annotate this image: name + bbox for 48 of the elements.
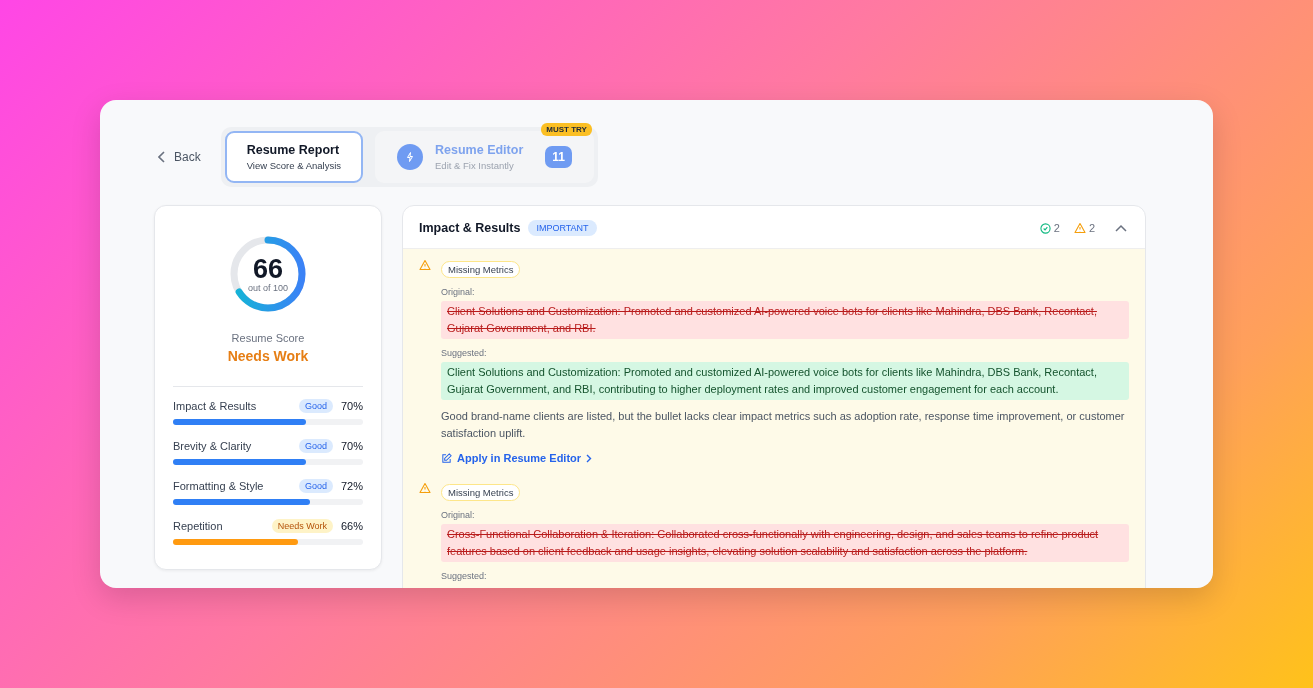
category-name: Formatting & Style <box>173 480 265 492</box>
warning-count: 2 <box>1088 222 1095 234</box>
score-value: 66 <box>252 255 283 283</box>
score-label: Resume Score <box>230 332 306 344</box>
tab-title: Resume Editor <box>435 143 524 157</box>
category-name: Brevity & Clarity <box>173 440 253 452</box>
suggested-label: Suggested: <box>441 571 488 581</box>
check-circle-icon <box>1039 222 1051 234</box>
status-badge: Good <box>298 479 333 493</box>
chevron-icon <box>1115 224 1127 232</box>
chevron-left-icon <box>158 151 166 163</box>
warning-icon <box>419 259 431 271</box>
collapse-button[interactable] <box>1113 222 1129 234</box>
status-badge: Good <box>298 399 333 413</box>
tab-subtitle: Edit & Fix Instantly <box>435 160 515 171</box>
section-title: Impact & Results <box>419 221 521 235</box>
tab-subtitle: View Score & Analysis <box>246 160 342 171</box>
original-text: Cross-Functional Collaboration & Iteration: Collaborated cross-functionally with engineering, design, and sales teams to refine product features based on client feedback and usage insights, elevating solution scalability and satisfaction across the platform. <box>441 524 1129 562</box>
warning-icon <box>1073 222 1086 234</box>
category-percent: 72% <box>339 480 363 492</box>
category-percent: 70% <box>339 400 363 412</box>
explanation-text: Good brand-name clients are listed, but the bullet lacks clear impact metrics such as adoption rate, response time improvement, or customer satisfaction uplift. <box>441 409 1126 441</box>
category-name: Impact & Results <box>173 400 258 412</box>
suggested-text: Client Solutions and Customization: Promoted and customized AI-powered voice bots for clients like Mahindra, DBS Bank, Recontact, Gujarat Government, and RBI, contributing to higher deployment rates and improved customer engagement for each account. <box>441 362 1129 400</box>
status-badge: Good <box>298 439 333 453</box>
category-name: Repetition <box>173 520 224 532</box>
count-badge: 11 <box>545 146 572 168</box>
must-try-badge: MUST TRY <box>541 123 592 136</box>
original-text: Client Solutions and Customization: Promoted and customized AI-powered voice bots for clients like Mahindra, DBS Bank, Recontact, Gujarat Government, and RBI. <box>441 301 1129 339</box>
chevron-right-icon <box>586 453 593 463</box>
tab[interactable]: Resume Report View Score & Analysis <box>224 131 364 183</box>
original-label: Original: <box>441 510 476 520</box>
category-percent: 66% <box>339 520 363 532</box>
warning-icon <box>419 482 431 494</box>
suggested-label: Suggested: <box>441 348 488 358</box>
status-badge: Needs Work <box>271 519 333 533</box>
score-max: out of 100 <box>247 282 288 293</box>
tab-title: Resume Report <box>246 143 341 157</box>
issue-tag: Missing Metrics <box>441 484 521 501</box>
apply-link[interactable]: Apply in Resume Editor <box>441 452 593 464</box>
back-button[interactable]: Back <box>154 146 205 168</box>
category-percent: 70% <box>339 440 363 452</box>
score-verdict: Needs Work <box>226 348 310 364</box>
original-label: Original: <box>441 287 476 297</box>
edit-icon <box>441 452 452 464</box>
issue-tag: Missing Metrics <box>441 261 521 278</box>
important-badge: IMPORTANT <box>528 220 597 236</box>
passed-count: 2 <box>1053 222 1060 234</box>
